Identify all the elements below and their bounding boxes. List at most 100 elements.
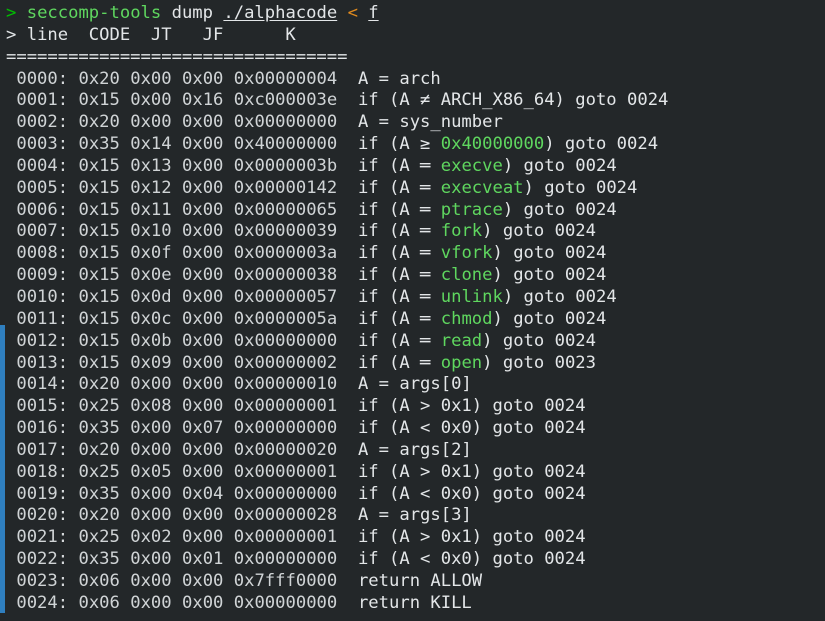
instruction-k: 0x00000065 xyxy=(234,200,337,220)
space xyxy=(223,418,233,438)
instruction-jf: 0x00 xyxy=(182,69,223,89)
instruction-k: 0x00000000 xyxy=(234,484,337,504)
terminal-output: > seccomp-tools dump ./alphacode < f > l… xyxy=(0,0,825,615)
instruction-jf: 0x00 xyxy=(182,571,223,591)
space: : xyxy=(58,505,79,525)
space xyxy=(223,505,233,525)
space xyxy=(223,396,233,416)
space xyxy=(337,265,358,285)
instruction-jt: 0x00 xyxy=(130,90,171,110)
instruction-asm-prefix: A = arch xyxy=(358,69,441,89)
instruction-code: 0x20 xyxy=(78,374,119,394)
instruction-k: 0x00000001 xyxy=(234,462,337,482)
instruction-asm-prefix: if (A ═ xyxy=(358,243,441,263)
space xyxy=(6,265,16,285)
space: : xyxy=(58,374,79,394)
space xyxy=(223,309,233,329)
instruction-asm-prefix: if (A > 0x1) goto 0024 xyxy=(358,462,586,482)
instruction-jt: 0x0e xyxy=(130,265,171,285)
space xyxy=(120,221,130,241)
instruction-row: 0008: 0x15 0x0f 0x00 0x0000003a if (A ═ … xyxy=(0,243,825,265)
instruction-k: 0x00000001 xyxy=(234,396,337,416)
instruction-jf: 0x00 xyxy=(182,396,223,416)
instruction-line: 0000 xyxy=(16,69,57,89)
space xyxy=(120,593,130,613)
instruction-row: 0019: 0x35 0x00 0x04 0x00000000 if (A < … xyxy=(0,484,825,506)
instruction-k: 0x00000020 xyxy=(234,440,337,460)
instruction-k: 0x7fff0000 xyxy=(234,571,337,591)
space xyxy=(6,396,16,416)
space: : xyxy=(58,331,79,351)
instruction-asm-highlight: clone xyxy=(441,265,493,285)
instruction-line: 0018 xyxy=(16,462,57,482)
instruction-code: 0x35 xyxy=(78,418,119,438)
space xyxy=(223,243,233,263)
space xyxy=(172,374,182,394)
instruction-jt: 0x05 xyxy=(130,462,171,482)
instruction-row: 0022: 0x35 0x00 0x01 0x00000000 if (A < … xyxy=(0,549,825,571)
instruction-asm-prefix: if (A ═ xyxy=(358,265,441,285)
instruction-line: 0023 xyxy=(16,571,57,591)
space xyxy=(223,571,233,591)
space xyxy=(120,90,130,110)
instruction-jt: 0x00 xyxy=(130,549,171,569)
space: : xyxy=(58,221,79,241)
instruction-k: 0x0000003b xyxy=(234,156,337,176)
space xyxy=(223,178,233,198)
instruction-k: 0x00000001 xyxy=(234,527,337,547)
instruction-jf: 0x00 xyxy=(182,593,223,613)
space xyxy=(223,440,233,460)
instruction-jf: 0x00 xyxy=(182,200,223,220)
instruction-row: 0018: 0x25 0x05 0x00 0x00000001 if (A > … xyxy=(0,462,825,484)
instruction-code: 0x06 xyxy=(78,593,119,613)
space xyxy=(172,396,182,416)
instruction-code: 0x20 xyxy=(78,440,119,460)
instruction-row: 0010: 0x15 0x0d 0x00 0x00000057 if (A ═ … xyxy=(0,287,825,309)
space: : xyxy=(58,156,79,176)
instruction-asm-highlight: 0x40000000 xyxy=(441,134,544,154)
instruction-code: 0x15 xyxy=(78,309,119,329)
space xyxy=(337,527,358,547)
instruction-code: 0x25 xyxy=(78,462,119,482)
space xyxy=(6,287,16,307)
instruction-asm-prefix: if (A ═ xyxy=(358,156,441,176)
instruction-jf: 0x00 xyxy=(182,287,223,307)
instruction-asm-suffix: ) goto 0024 xyxy=(544,134,658,154)
instruction-k: 0x0000005a xyxy=(234,309,337,329)
instruction-line: 0004 xyxy=(16,156,57,176)
space xyxy=(172,287,182,307)
space xyxy=(120,549,130,569)
instruction-line: 0010 xyxy=(16,287,57,307)
instruction-jt: 0x12 xyxy=(130,178,171,198)
instruction-row: 0020: 0x20 0x00 0x00 0x00000028 A = args… xyxy=(0,505,825,527)
space xyxy=(120,178,130,198)
instruction-jf: 0x00 xyxy=(182,331,223,351)
space xyxy=(6,527,16,547)
space xyxy=(223,484,233,504)
instruction-row: 0012: 0x15 0x0b 0x00 0x00000000 if (A ═ … xyxy=(0,331,825,353)
space xyxy=(223,549,233,569)
space xyxy=(337,69,358,89)
space: : xyxy=(58,462,79,482)
instruction-jt: 0x00 xyxy=(130,484,171,504)
space xyxy=(120,353,130,373)
instruction-code: 0x15 xyxy=(78,178,119,198)
instruction-jf: 0x16 xyxy=(182,90,223,110)
instruction-jf: 0x04 xyxy=(182,484,223,504)
instruction-code: 0x15 xyxy=(78,200,119,220)
instruction-asm-prefix: if (A ≠ ARCH_X86_64) goto 0024 xyxy=(358,90,668,110)
space xyxy=(223,265,233,285)
instruction-line: 0012 xyxy=(16,331,57,351)
instruction-asm-prefix: if (A ═ xyxy=(358,309,441,329)
instruction-row: 0002: 0x20 0x00 0x00 0x00000000 A = sys_… xyxy=(0,112,825,134)
instruction-row: 0024: 0x06 0x00 0x00 0x00000000 return K… xyxy=(0,593,825,615)
instruction-jt: 0x00 xyxy=(130,374,171,394)
header-prompt-symbol: > xyxy=(6,25,16,45)
instruction-line: 0020 xyxy=(16,505,57,525)
instruction-k: 0xc000003e xyxy=(234,90,337,110)
instruction-asm-suffix: ) goto 0024 xyxy=(503,156,617,176)
space xyxy=(337,134,358,154)
space: : xyxy=(58,527,79,547)
instruction-code: 0x15 xyxy=(78,90,119,110)
space xyxy=(337,418,358,438)
